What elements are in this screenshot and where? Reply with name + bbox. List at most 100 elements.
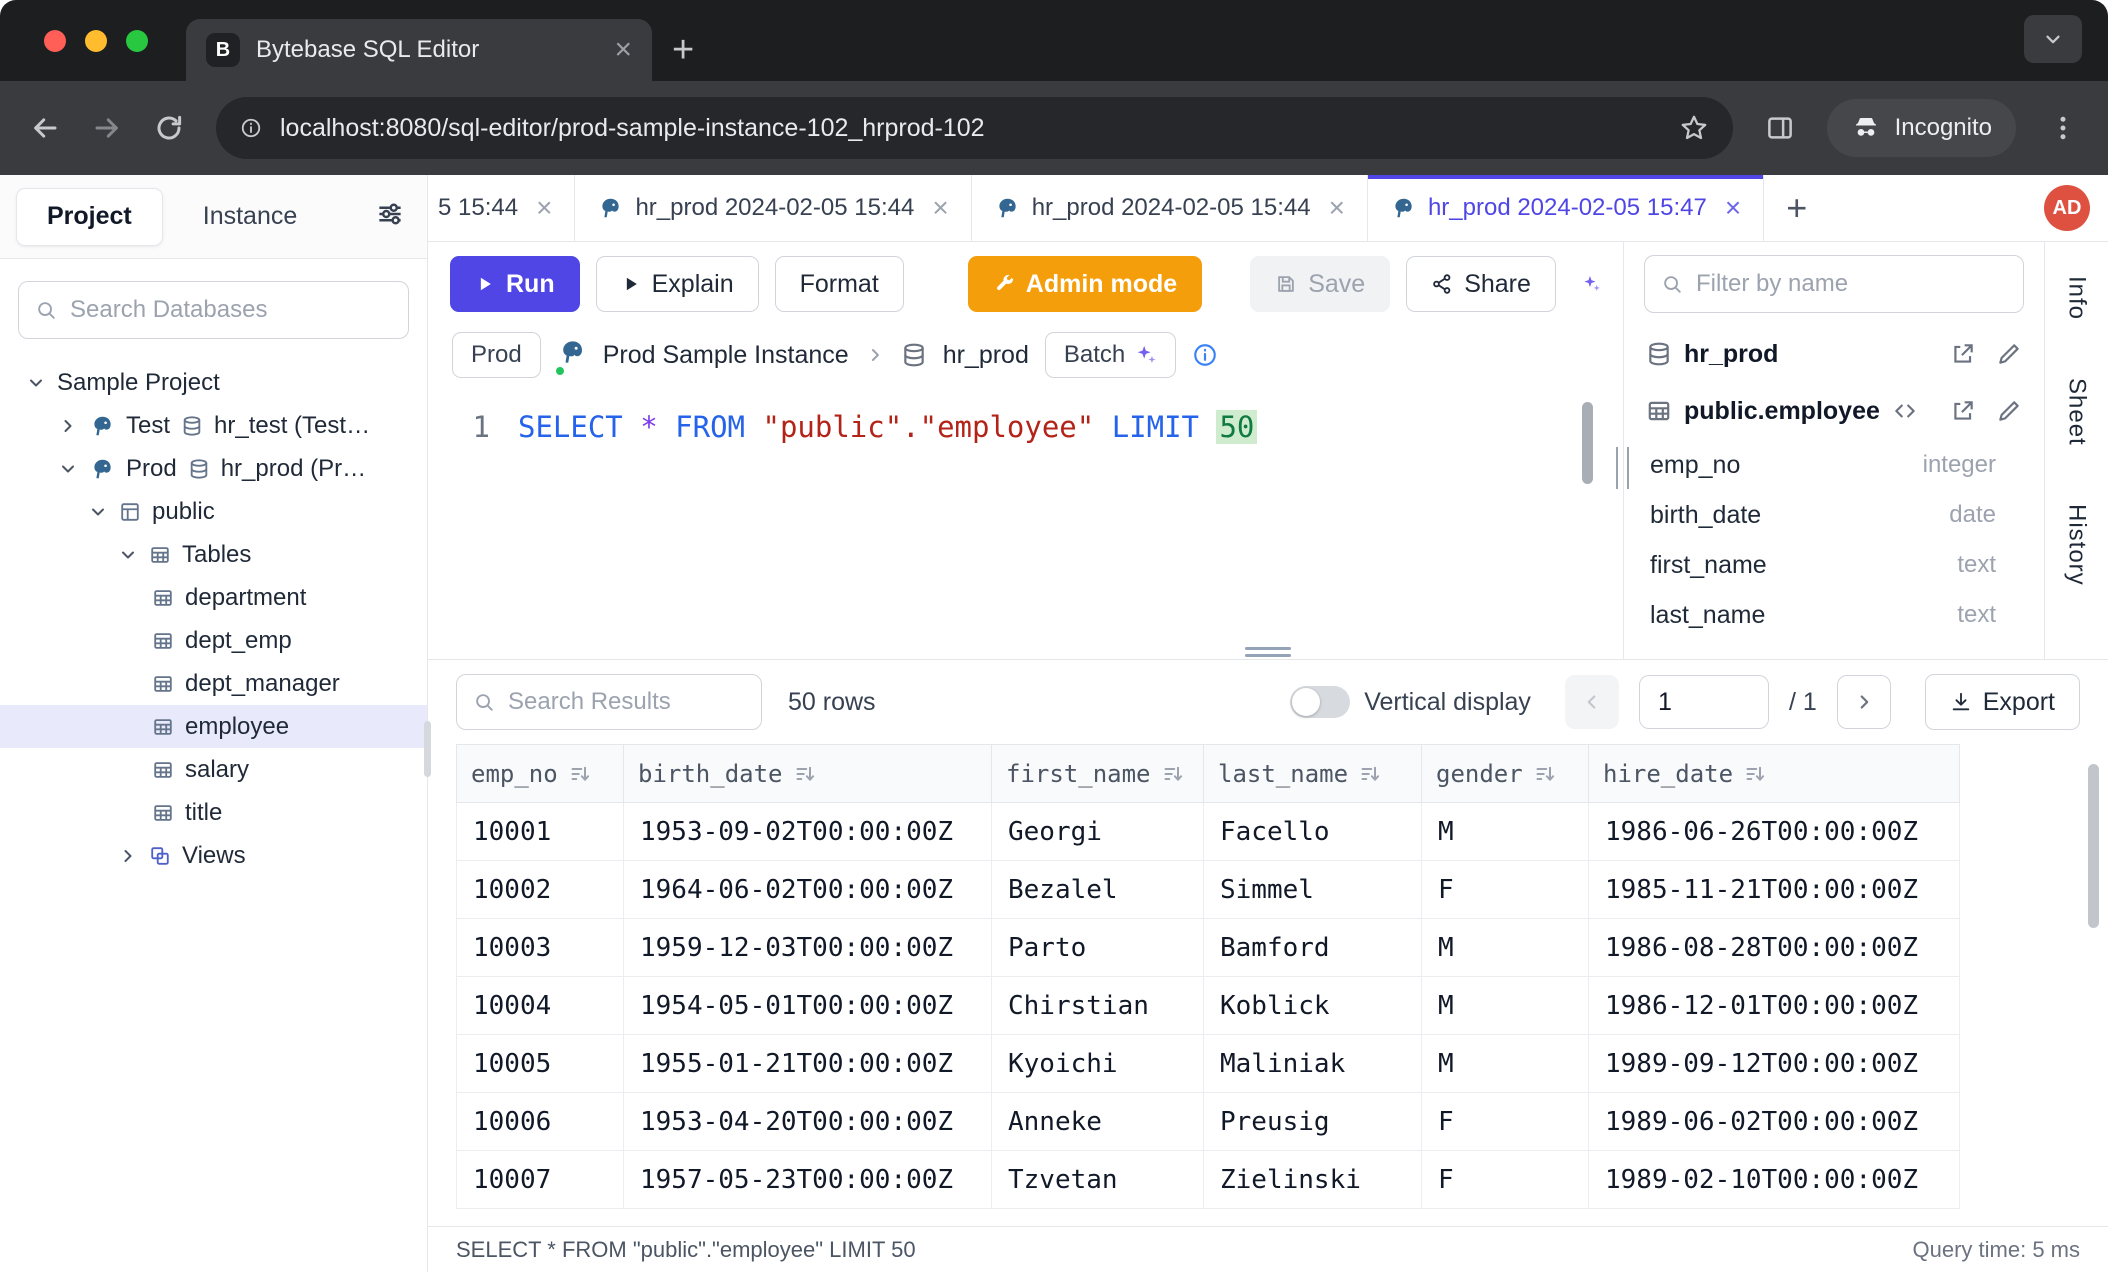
- tree-item-table-employee-selected[interactable]: employee: [0, 705, 427, 748]
- browser-tab[interactable]: B Bytebase SQL Editor ×: [186, 19, 652, 81]
- minimize-window-button[interactable]: [85, 30, 107, 52]
- run-button[interactable]: Run: [450, 256, 580, 312]
- editor-scrollbar[interactable]: [1582, 402, 1593, 484]
- editor-tab-1[interactable]: 5 15:44 ×: [428, 175, 575, 241]
- column-header-birth-date[interactable]: birth_date: [624, 745, 992, 803]
- tree-item-views[interactable]: Views: [0, 834, 427, 877]
- sidebar-settings-button[interactable]: [369, 193, 411, 240]
- database-icon: [181, 415, 203, 437]
- tree-item-schema-public[interactable]: public: [0, 490, 427, 533]
- address-bar[interactable]: localhost:8080/sql-editor/prod-sample-in…: [216, 97, 1733, 159]
- caret-down-icon[interactable]: [58, 459, 78, 479]
- tree-item-table-salary[interactable]: salary: [0, 748, 427, 791]
- tab-search-chevron-button[interactable]: [2024, 15, 2082, 63]
- reload-icon[interactable]: [154, 113, 184, 143]
- column-name: birth_date: [1650, 501, 1761, 530]
- back-icon[interactable]: [30, 113, 60, 143]
- sort-icon[interactable]: [1163, 764, 1183, 784]
- tab-sheet[interactable]: Sheet: [2063, 378, 2091, 446]
- tree-item-table-dept-manager[interactable]: dept_manager: [0, 662, 427, 705]
- open-external-icon[interactable]: [1950, 341, 1976, 367]
- sort-icon[interactable]: [570, 764, 590, 784]
- tab-info[interactable]: Info: [2063, 276, 2091, 320]
- page-number-input[interactable]: [1639, 675, 1769, 729]
- edit-pencil-icon[interactable]: [1996, 398, 2022, 424]
- editor-tab-3[interactable]: hr_prod 2024-02-05 15:44 ×: [972, 175, 1368, 241]
- database-search-box: [18, 281, 409, 339]
- batch-button[interactable]: Batch: [1045, 332, 1176, 378]
- tree-item-instance-prod[interactable]: Prod hr_prod (Pr…: [0, 447, 427, 490]
- admin-mode-button[interactable]: Admin mode: [968, 256, 1202, 312]
- environment-chip[interactable]: Prod: [452, 332, 541, 378]
- tree-item-instance-test[interactable]: Test hr_test (Test…: [0, 404, 427, 447]
- filter-by-name-input[interactable]: [1696, 270, 2007, 298]
- play-icon: [621, 274, 641, 294]
- cell: Kyoichi: [992, 1035, 1204, 1093]
- new-query-tab-button[interactable]: +: [1764, 175, 1829, 241]
- panel-resize-handle[interactable]: [1245, 647, 1291, 657]
- search-results-input[interactable]: [508, 688, 745, 716]
- close-tab-icon[interactable]: ×: [1329, 194, 1345, 222]
- results-scrollbar[interactable]: [2088, 764, 2099, 928]
- tab-project[interactable]: Project: [16, 188, 163, 246]
- close-window-button[interactable]: [44, 30, 66, 52]
- new-tab-button[interactable]: +: [672, 31, 694, 69]
- column-header-last-name[interactable]: last_name: [1204, 745, 1422, 803]
- column-header-emp-no[interactable]: emp_no: [457, 745, 624, 803]
- caret-right-icon[interactable]: [118, 846, 138, 866]
- chevron-right-icon: [865, 345, 885, 365]
- instance-name[interactable]: Prod Sample Instance: [603, 341, 849, 370]
- tab-history[interactable]: History: [2063, 504, 2091, 586]
- caret-right-icon[interactable]: [58, 416, 78, 436]
- editor-tab-4-active[interactable]: hr_prod 2024-02-05 15:47 ×: [1368, 175, 1764, 241]
- sort-icon[interactable]: [1535, 764, 1555, 784]
- tree-item-table-dept-emp[interactable]: dept_emp: [0, 619, 427, 662]
- postgres-icon: [1390, 195, 1416, 221]
- run-label: Run: [506, 270, 555, 299]
- browser-menu-icon[interactable]: [2048, 113, 2078, 143]
- ai-sparkles-icon[interactable]: [1582, 267, 1601, 301]
- export-button[interactable]: Export: [1925, 674, 2080, 730]
- open-external-icon[interactable]: [1950, 398, 1976, 424]
- bookmark-star-icon[interactable]: [1679, 113, 1709, 143]
- user-avatar[interactable]: AD: [2044, 185, 2090, 231]
- next-page-button[interactable]: [1837, 675, 1891, 729]
- search-databases-input[interactable]: [70, 296, 392, 324]
- caret-down-icon[interactable]: [26, 373, 46, 393]
- close-tab-icon[interactable]: ×: [1725, 194, 1741, 222]
- caret-down-icon[interactable]: [118, 545, 138, 565]
- connection-info-icon[interactable]: [1192, 342, 1218, 368]
- explain-button[interactable]: Explain: [596, 256, 759, 312]
- edit-pencil-icon[interactable]: [1996, 341, 2022, 367]
- vertical-display-toggle[interactable]: [1290, 686, 1350, 718]
- table-icon: [152, 587, 174, 609]
- forward-icon[interactable]: [92, 113, 122, 143]
- tree-item-tables[interactable]: Tables: [0, 533, 427, 576]
- code-icon[interactable]: [1892, 398, 1918, 424]
- sort-icon[interactable]: [1745, 764, 1765, 784]
- sql-editor[interactable]: 1 SELECT * FROM "public"."employee" LIMI…: [428, 384, 1623, 659]
- editor-tab-2[interactable]: hr_prod 2024-02-05 15:44 ×: [575, 175, 971, 241]
- site-info-icon[interactable]: [240, 117, 262, 139]
- caret-down-icon[interactable]: [88, 502, 108, 522]
- tree-item-table-title[interactable]: title: [0, 791, 427, 834]
- cell: Bamford: [1204, 919, 1422, 977]
- close-tab-icon[interactable]: ×: [536, 194, 552, 222]
- zoom-window-button[interactable]: [126, 30, 148, 52]
- tree-item-project[interactable]: Sample Project: [0, 361, 427, 404]
- column-header-gender[interactable]: gender: [1422, 745, 1589, 803]
- tab-instance[interactable]: Instance: [203, 202, 298, 231]
- close-tab-icon[interactable]: ×: [932, 194, 948, 222]
- sort-icon[interactable]: [795, 764, 815, 784]
- database-name[interactable]: hr_prod: [943, 341, 1029, 370]
- format-button[interactable]: Format: [775, 256, 904, 312]
- prev-page-button[interactable]: [1565, 675, 1619, 729]
- side-panel-icon[interactable]: [1765, 113, 1795, 143]
- column-header-first-name[interactable]: first_name: [992, 745, 1204, 803]
- close-tab-icon[interactable]: ×: [614, 35, 632, 65]
- sort-icon[interactable]: [1360, 764, 1380, 784]
- save-button[interactable]: Save: [1250, 256, 1390, 312]
- column-header-hire-date[interactable]: hire_date: [1589, 745, 1960, 803]
- share-button[interactable]: Share: [1406, 256, 1556, 312]
- tree-item-table-department[interactable]: department: [0, 576, 427, 619]
